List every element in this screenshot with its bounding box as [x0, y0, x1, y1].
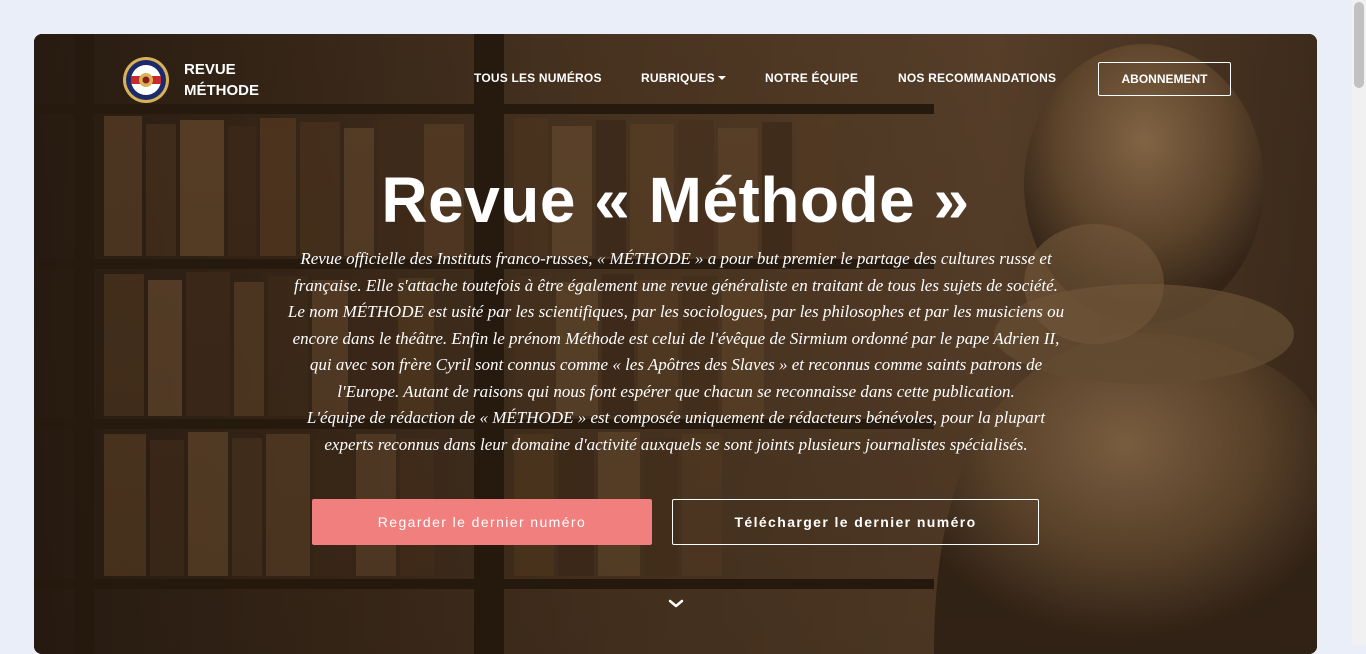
subscribe-button[interactable]: ABONNEMENT: [1098, 62, 1231, 96]
nav-item-rubriques[interactable]: RUBRIQUES: [641, 71, 726, 85]
hero-title: Revue « Méthode »: [381, 164, 970, 236]
hero-description-line: qui avec son frère Cyril sont connus com…: [309, 355, 1043, 374]
hero-description-line: l'Europe. Autant de raisons qui nous fon…: [337, 381, 1015, 401]
nav-item-notre-equipe[interactable]: NOTRE ÉQUIPE: [765, 71, 858, 85]
download-latest-issue-button[interactable]: Télécharger le dernier numéro: [672, 499, 1039, 545]
watch-latest-issue-button[interactable]: Regarder le dernier numéro: [312, 499, 652, 545]
page-scrollbar[interactable]: [1352, 0, 1366, 645]
hero-section: REVUE MÉTHODE TOUS LES NUMÉROS RUBRIQUES…: [34, 34, 1317, 654]
caret-down-icon: [717, 75, 726, 80]
nav-item-nos-recommandations[interactable]: NOS RECOMMANDATIONS: [898, 71, 1056, 85]
hero-description-line: encore dans le théâtre. Enfin le prénom …: [292, 328, 1060, 348]
nav-item-tous-les-numeros[interactable]: TOUS LES NUMÉROS: [474, 71, 602, 85]
nav-item-rubriques-label: RUBRIQUES: [641, 71, 715, 85]
hero-description-line: Le nom MÉTHODE est usité par les scienti…: [287, 302, 1065, 321]
hero-description-line: experts reconnus dans leur domaine d'act…: [324, 434, 1028, 454]
hero-description: Revue officielle des Instituts franco-ru…: [212, 246, 1140, 458]
hero-description-line: Revue officielle des Instituts franco-ru…: [300, 249, 1052, 268]
hero-description-line: française. Elle s'attache toutefois à êt…: [294, 275, 1058, 295]
chevron-down-icon[interactable]: [667, 598, 685, 610]
main-nav: TOUS LES NUMÉROS RUBRIQUES NOTRE ÉQUIPE …: [34, 62, 1317, 96]
hero-description-line: L'équipe de rédaction de « MÉTHODE » est…: [306, 408, 1046, 427]
navbar: REVUE MÉTHODE TOUS LES NUMÉROS RUBRIQUES…: [34, 34, 1317, 124]
scrollbar-thumb[interactable]: [1354, 2, 1364, 88]
